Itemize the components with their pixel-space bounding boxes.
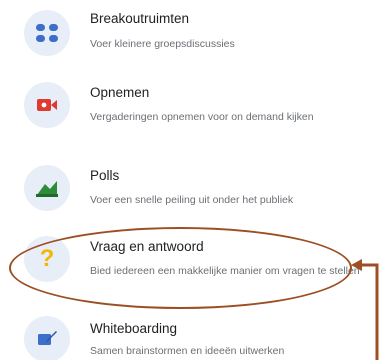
feature-record[interactable]: Opnemen Vergaderingen opnemen voor on de… — [0, 75, 381, 155]
feature-breakout-rooms[interactable]: Breakoutruimten Voer kleinere groepsdisc… — [0, 0, 381, 70]
feature-description: Voer kleinere groepsdiscussies — [90, 38, 235, 50]
whiteboard-icon — [24, 316, 70, 360]
feature-description: Samen brainstormen en ideeën uitwerken — [90, 345, 285, 357]
feature-polls[interactable]: Polls Voer een snelle peiling uit onder … — [0, 160, 381, 225]
feature-whiteboarding[interactable]: Whiteboarding Samen brainstormen en idee… — [0, 312, 381, 360]
feature-title: Breakoutruimten — [90, 11, 190, 26]
highlight-ellipse — [9, 227, 352, 309]
breakout-rooms-icon — [24, 10, 70, 56]
feature-description: Vergaderingen opnemen voor on demand kij… — [90, 111, 314, 123]
record-video-icon — [24, 82, 70, 128]
feature-description: Voer een snelle peiling uit onder het pu… — [90, 194, 294, 206]
poll-icon — [24, 165, 70, 211]
feature-title: Whiteboarding — [90, 321, 178, 336]
feature-title: Polls — [90, 168, 120, 183]
feature-title: Opnemen — [90, 85, 150, 100]
